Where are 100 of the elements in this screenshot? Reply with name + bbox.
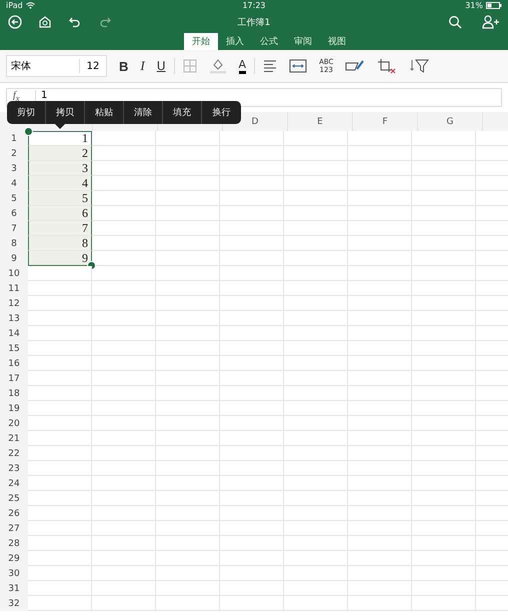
menu-item[interactable]: 拷贝: [46, 101, 85, 124]
cell[interactable]: [28, 596, 92, 611]
undo-icon[interactable]: [68, 15, 82, 29]
battery-percent: 31%: [465, 1, 483, 10]
borders-icon[interactable]: [182, 59, 197, 73]
cell[interactable]: [28, 296, 92, 311]
font-color-button[interactable]: A: [238, 58, 246, 74]
selected-cell[interactable]: 5: [28, 191, 92, 206]
cell[interactable]: [28, 551, 92, 566]
align-icon[interactable]: [263, 60, 278, 72]
crop-delete-icon[interactable]: [377, 58, 398, 74]
cell[interactable]: [28, 491, 92, 506]
row-number: 27: [8, 524, 20, 534]
ribbon-tab[interactable]: 插入: [218, 33, 252, 50]
add-person-icon[interactable]: [482, 15, 500, 29]
menu-item[interactable]: 填充: [163, 101, 202, 124]
column-header: E: [317, 116, 323, 126]
row-number: 20: [8, 418, 20, 428]
window-title: 工作簿1: [238, 16, 270, 28]
bold-button[interactable]: B: [119, 58, 128, 74]
column-header: G: [446, 116, 454, 126]
column-header: D: [252, 116, 258, 126]
selected-cell[interactable]: 7: [28, 221, 92, 236]
menu-item[interactable]: 清除: [124, 101, 163, 124]
row-number: 9: [11, 254, 17, 264]
menu-item[interactable]: 粘贴: [85, 101, 124, 124]
cell[interactable]: [28, 506, 92, 521]
row-number: 10: [8, 268, 20, 278]
row-number: 16: [8, 358, 20, 368]
row-number: 26: [8, 508, 20, 518]
row-number: 17: [8, 374, 20, 384]
cell[interactable]: [28, 416, 92, 431]
cell[interactable]: [28, 281, 92, 296]
row-number: 7: [11, 224, 17, 234]
cell[interactable]: [28, 461, 92, 476]
font-field[interactable]: 宋体 12: [6, 55, 107, 77]
cell[interactable]: [28, 311, 92, 326]
selected-cell[interactable]: 8: [28, 236, 92, 251]
wifi-icon: [26, 2, 35, 9]
row-number: 23: [8, 464, 20, 474]
cell[interactable]: [28, 536, 92, 551]
row-number: 22: [8, 448, 20, 458]
row-number: 8: [11, 238, 17, 248]
row-number: 25: [8, 494, 20, 504]
row-number: 3: [11, 164, 17, 174]
row-number: 32: [8, 598, 20, 608]
eraser-icon[interactable]: [345, 59, 366, 73]
search-icon[interactable]: [448, 15, 462, 29]
selected-cell[interactable]: 3: [28, 161, 92, 176]
device-name: iPad: [6, 1, 23, 10]
row-number: 28: [8, 538, 20, 548]
row-number: 13: [8, 314, 20, 324]
row-number: 24: [8, 478, 20, 488]
redo-icon[interactable]: [98, 15, 112, 29]
cell[interactable]: [28, 341, 92, 356]
menu-item[interactable]: 剪切: [7, 101, 46, 124]
row-number: 21: [8, 434, 20, 444]
ribbon-tab[interactable]: 开始: [184, 33, 218, 50]
row-number: 15: [8, 344, 20, 354]
selected-cell[interactable]: 6: [28, 206, 92, 221]
cell[interactable]: [28, 431, 92, 446]
row-number: 18: [8, 388, 20, 398]
italic-button[interactable]: I: [140, 58, 145, 74]
cell[interactable]: [28, 266, 92, 281]
row-number: 19: [8, 404, 20, 414]
sort-filter-icon[interactable]: [409, 58, 430, 74]
cell[interactable]: [28, 356, 92, 371]
cell[interactable]: [28, 521, 92, 536]
row-number: 14: [8, 328, 20, 338]
row-number: 29: [8, 554, 20, 564]
column-header: F: [382, 116, 388, 126]
cell[interactable]: [28, 326, 92, 341]
row-number: 2: [11, 148, 17, 158]
fill-color-icon[interactable]: [208, 58, 227, 74]
selected-cell[interactable]: 2: [28, 146, 92, 161]
cell[interactable]: [28, 401, 92, 416]
ribbon-tab[interactable]: 公式: [252, 33, 286, 50]
ribbon-tab[interactable]: 审阅: [286, 33, 320, 50]
wrap-text-icon[interactable]: [289, 59, 308, 73]
cell[interactable]: [28, 386, 92, 401]
row-number: 12: [8, 298, 20, 308]
selected-cell[interactable]: 4: [28, 176, 92, 191]
row-number: 31: [8, 584, 20, 594]
underline-button[interactable]: U: [156, 59, 166, 73]
row-number: 5: [11, 194, 17, 204]
row-number: 6: [11, 208, 17, 218]
ribbon-tab[interactable]: 视图: [320, 33, 354, 50]
row-number: 30: [8, 568, 20, 578]
cell[interactable]: [28, 581, 92, 596]
back-icon[interactable]: [8, 15, 22, 29]
clock-time: 17:23: [242, 1, 266, 10]
cell[interactable]: [28, 371, 92, 386]
cell[interactable]: [28, 476, 92, 491]
cell[interactable]: [28, 566, 92, 581]
cell[interactable]: [28, 446, 92, 461]
row-number: 1: [11, 134, 17, 144]
formula-value: 1: [40, 90, 48, 102]
row-number: 4: [11, 178, 17, 188]
battery-icon: [486, 2, 502, 9]
row-number: 11: [8, 284, 20, 294]
